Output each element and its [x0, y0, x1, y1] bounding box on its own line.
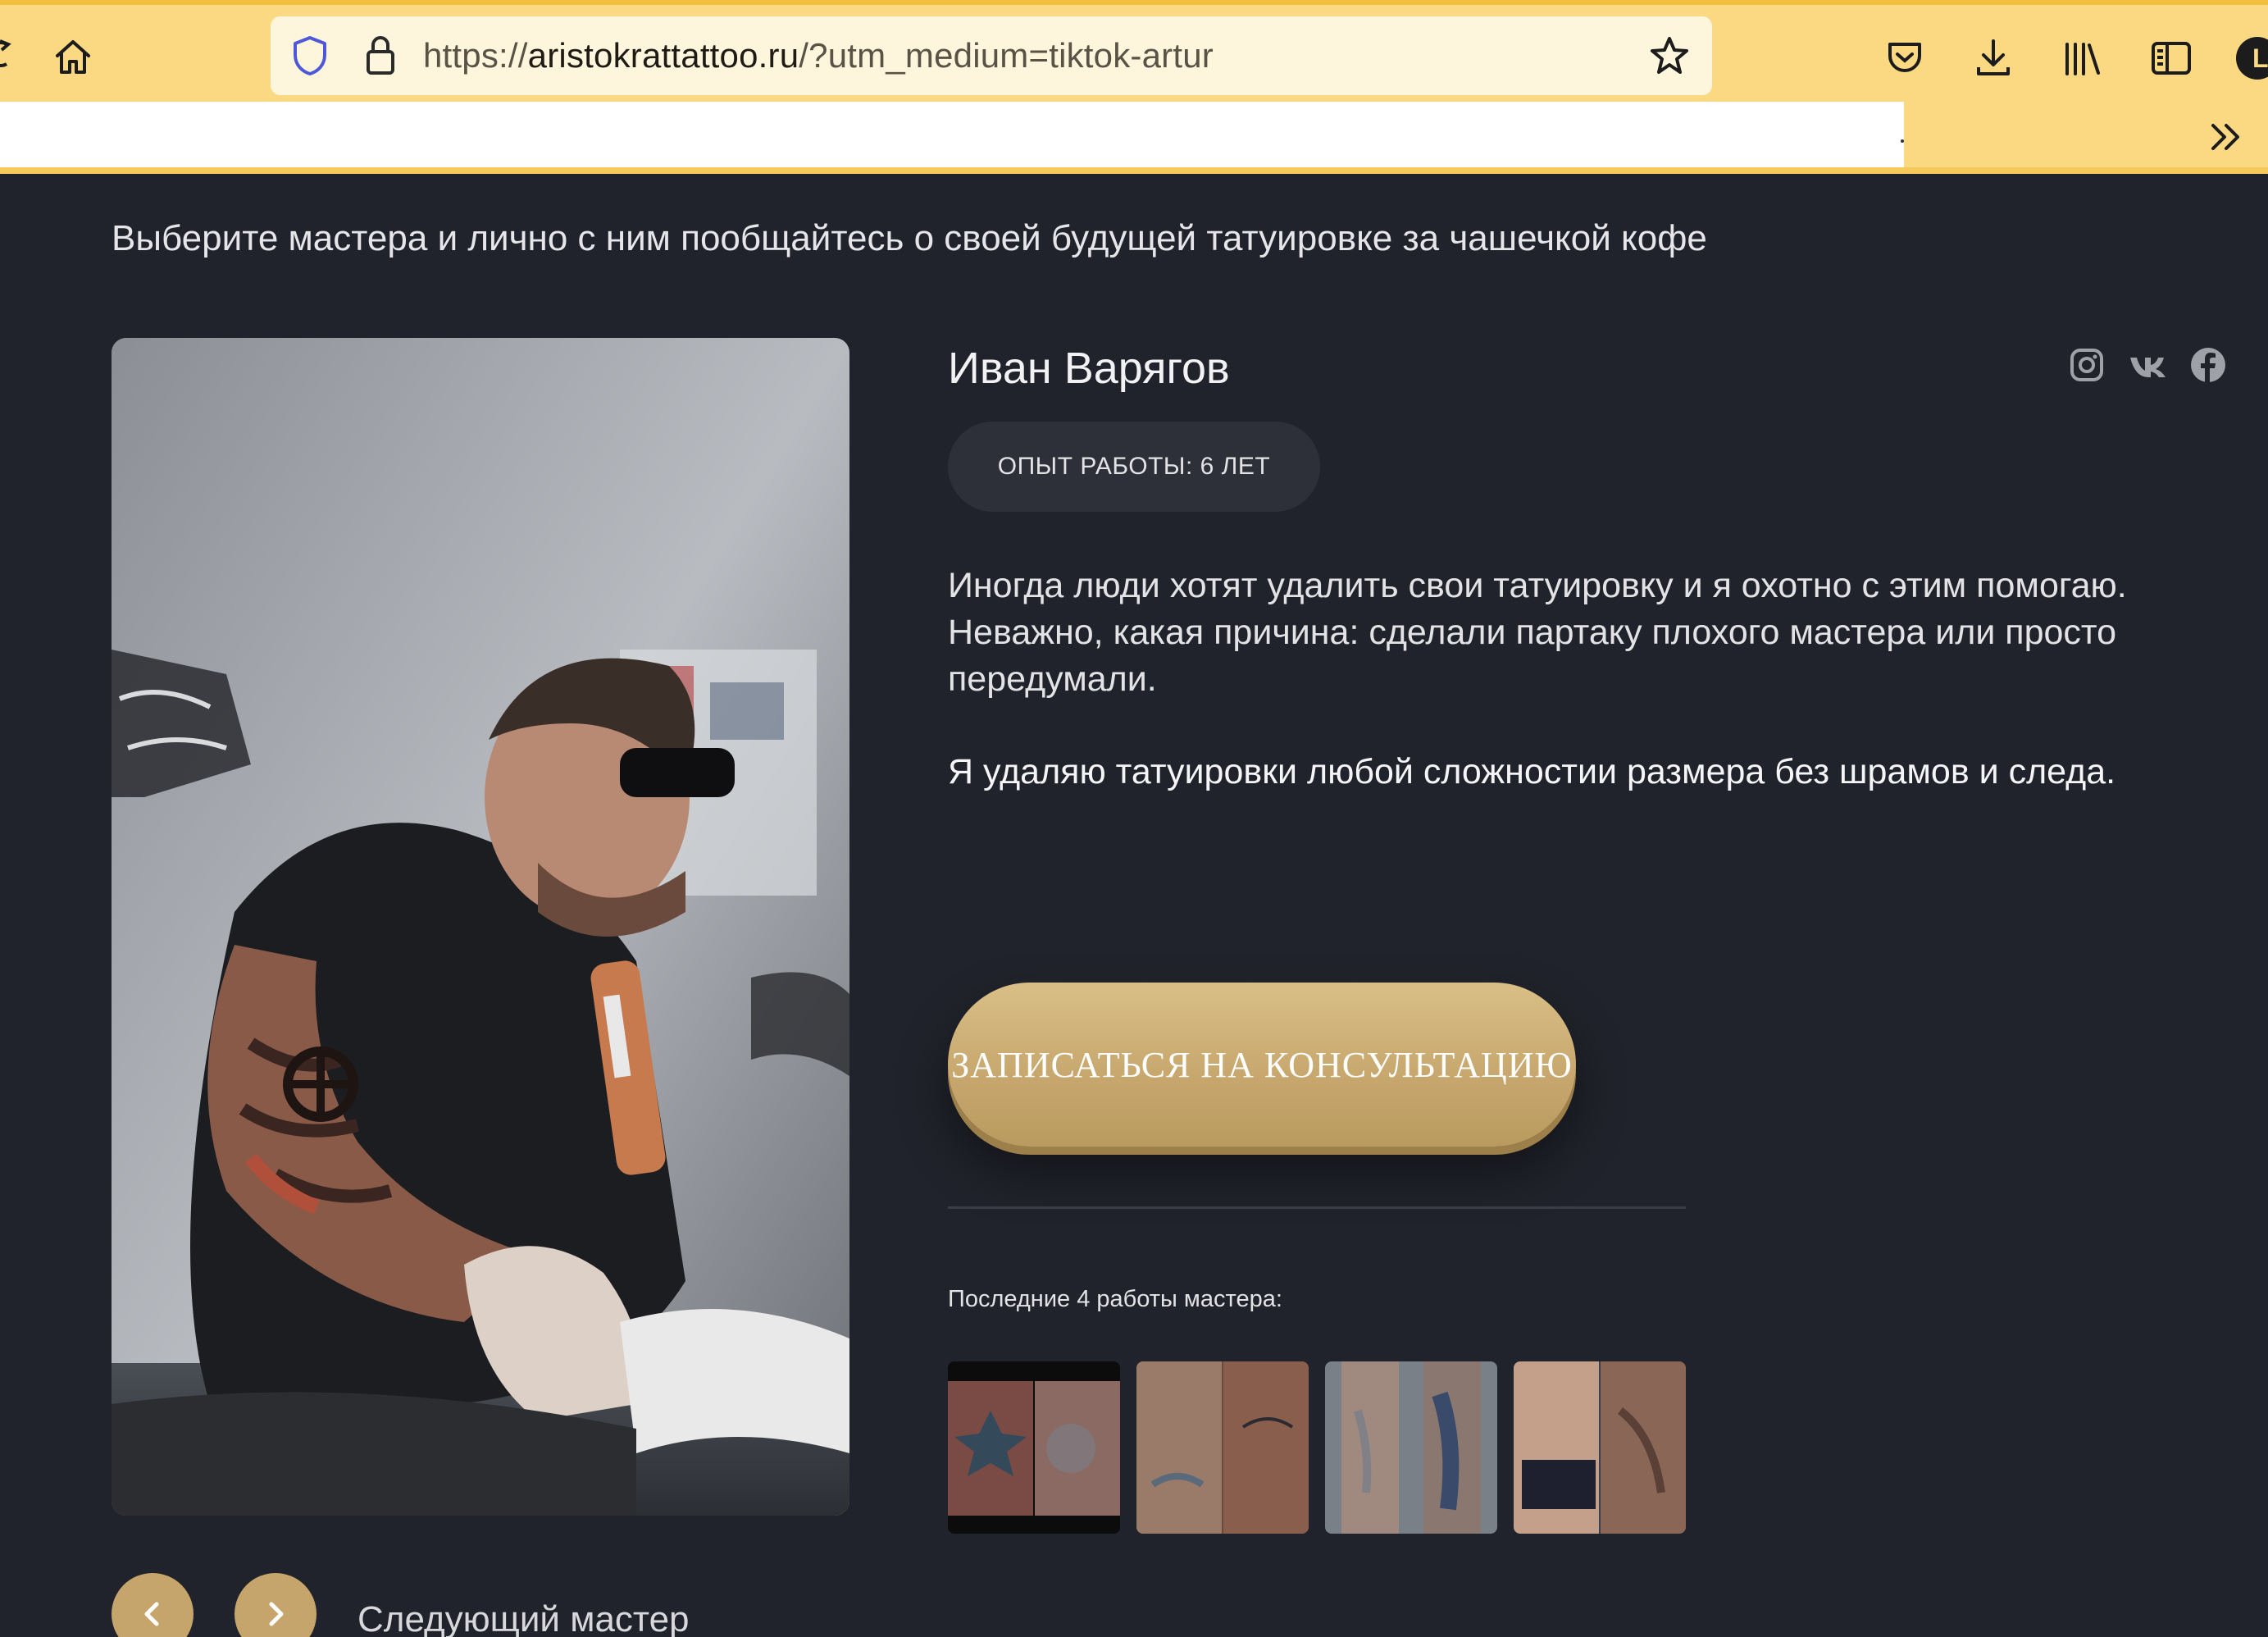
url-host: aristokrattattoo.ru: [527, 36, 799, 75]
work-thumbnail[interactable]: [1514, 1361, 1686, 1534]
download-icon[interactable]: [1973, 36, 2014, 80]
browser-toolbar: https://aristokrattattoo.ru/?utm_medium=…: [0, 0, 2268, 102]
toolbar-border: [0, 167, 2268, 174]
bookmarks-bar: [0, 102, 2268, 174]
url-scheme: https://: [423, 36, 528, 75]
address-bar[interactable]: https://aristokrattattoo.ru/?utm_medium=…: [271, 16, 1712, 95]
chevron-right-icon: [269, 1602, 284, 1626]
bookmark-star-icon[interactable]: [1648, 34, 1691, 77]
reload-icon[interactable]: [0, 38, 13, 71]
lock-icon[interactable]: [362, 33, 398, 77]
next-master-label[interactable]: Следующий мастер: [358, 1599, 690, 1637]
work-thumbnail[interactable]: [948, 1361, 1120, 1534]
svg-text:L: L: [2252, 43, 2268, 73]
work-thumbnail[interactable]: [1136, 1361, 1309, 1534]
facebook-icon[interactable]: [2189, 346, 2227, 384]
section-intro: Выберите мастера и лично с ним пообщайте…: [112, 218, 1707, 258]
profile-icon[interactable]: L: [2235, 36, 2268, 80]
work-thumbnail[interactable]: [1325, 1361, 1497, 1534]
library-icon[interactable]: [2061, 38, 2102, 79]
bookmarks-separator: [1901, 139, 1904, 143]
home-icon[interactable]: [51, 34, 95, 79]
next-master-button[interactable]: [235, 1573, 317, 1637]
master-photo-illustration: [112, 338, 849, 1516]
tracking-shield-icon[interactable]: [290, 34, 330, 77]
master-bio: Иногда люди хотят удалить свои татуировк…: [948, 566, 2127, 699]
bookmarks-area: [0, 102, 1904, 167]
overflow-chevron-icon[interactable]: [2206, 116, 2247, 157]
url-path: /?utm_medium=tiktok-artur: [799, 36, 1214, 75]
chevron-left-icon: [144, 1602, 159, 1626]
divider: [948, 1206, 1686, 1209]
consultation-button[interactable]: Записаться на консультацию: [948, 983, 1576, 1147]
master-bio-highlight: Я удаляю татуировки любой сложностии раз…: [948, 752, 2116, 791]
master-name: Иван Варягов: [948, 344, 1230, 393]
experience-badge: ОПЫТ РАБОТЫ: 6 ЛЕТ: [948, 422, 1320, 512]
recent-works-label: Последние 4 работы мастера:: [948, 1286, 1282, 1312]
instagram-icon[interactable]: [2068, 346, 2106, 384]
master-photo: [112, 338, 849, 1516]
pocket-icon[interactable]: [1884, 38, 1925, 79]
url-text[interactable]: https://aristokrattattoo.ru/?utm_medium=…: [423, 36, 1214, 75]
previous-master-button[interactable]: [112, 1573, 194, 1637]
sidebar-icon[interactable]: [2150, 38, 2193, 79]
vk-icon[interactable]: [2129, 346, 2166, 384]
